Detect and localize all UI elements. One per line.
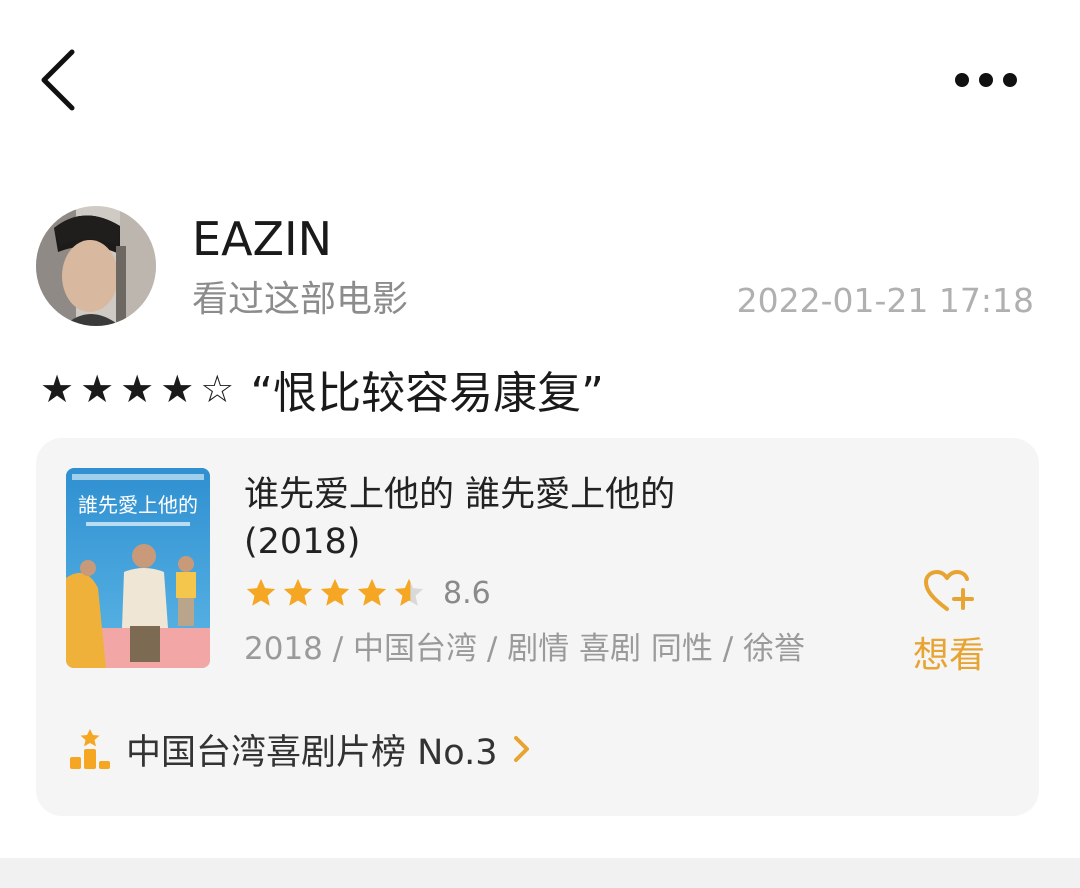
user-rating-stars: ★★★★☆: [40, 367, 241, 411]
chevron-right-icon: [513, 736, 529, 762]
username[interactable]: EAZIN: [192, 210, 332, 268]
ranking-podium-icon: [70, 729, 110, 769]
movie-card[interactable]: 誰先愛上他的 谁先爱上他的 誰先愛上他的 (2018) 8.6 2018 / 中…: [36, 438, 1039, 816]
bottom-divider: [0, 858, 1080, 888]
ranking-link[interactable]: 中国台湾喜剧片榜 No.3: [68, 726, 532, 773]
rating-score: 8.6: [443, 575, 491, 611]
heart-plus-icon: [924, 570, 974, 611]
top-bar: [0, 0, 1080, 160]
movie-poster[interactable]: 誰先愛上他的: [66, 468, 210, 668]
ranking-text: 中国台湾喜剧片榜 No.3: [126, 732, 498, 773]
more-horizontal-icon: [955, 73, 1017, 87]
review-title: “恨比较容易康复”: [250, 368, 604, 419]
movie-meta: 2018 / 中国台湾 / 剧情 喜剧 同性 / 徐誉: [244, 631, 806, 667]
rating-star-icon: [246, 578, 276, 606]
chevron-left-icon: [41, 49, 75, 111]
timestamp: 2022-01-21 17:18: [736, 281, 1034, 320]
want-to-watch-button[interactable]: 想看: [902, 568, 996, 688]
poster-title: 誰先愛上他的: [78, 493, 198, 517]
rating-star-icon: [357, 578, 387, 606]
want-to-watch-label: 想看: [912, 635, 985, 676]
movie-rating: 8.6: [244, 572, 491, 614]
watch-status: 看过这部电影: [192, 279, 409, 320]
review-header: ★★★★☆ “恨比较容易康复”: [40, 356, 604, 422]
rating-star-half-icon: [394, 578, 424, 606]
movie-title[interactable]: 谁先爱上他的 誰先愛上他的 (2018): [244, 472, 764, 566]
avatar[interactable]: [36, 206, 156, 326]
rating-star-icon: [283, 578, 313, 606]
more-button[interactable]: [944, 62, 1028, 98]
rating-star-icon: [320, 578, 350, 606]
back-button[interactable]: [28, 44, 92, 116]
